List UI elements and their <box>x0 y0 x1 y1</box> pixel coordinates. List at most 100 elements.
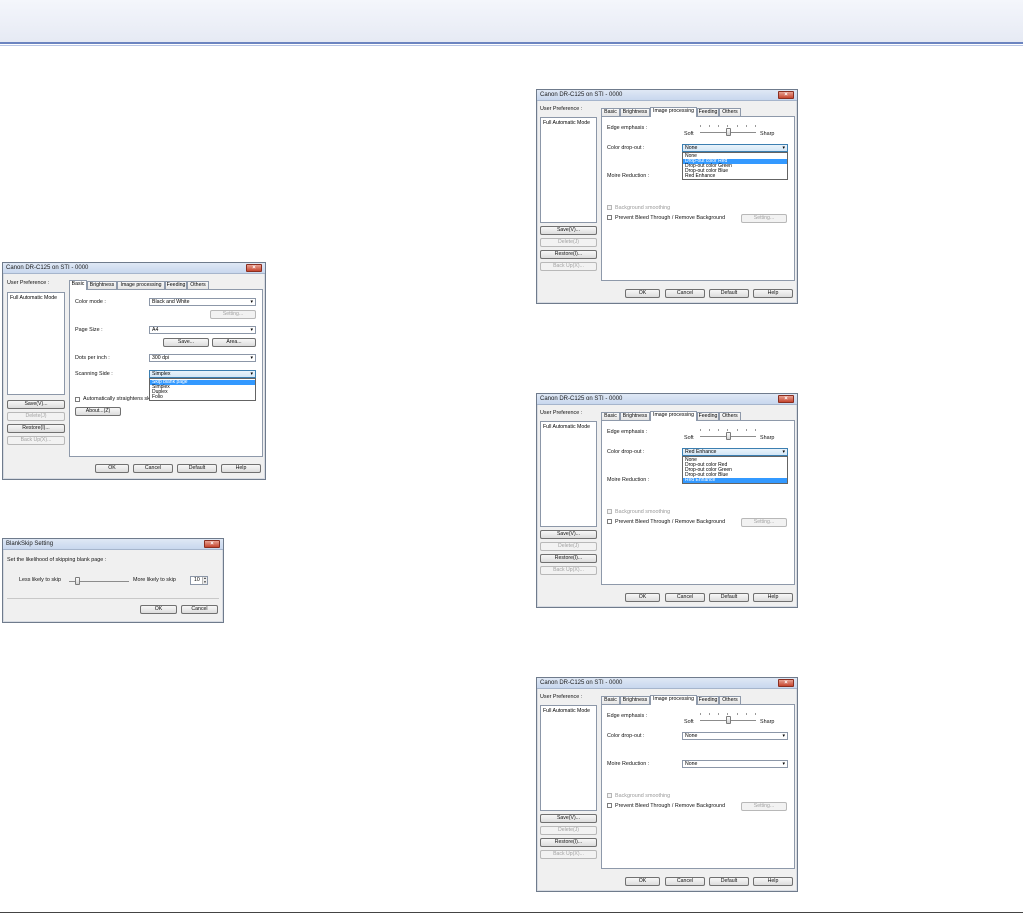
color-dropout-select[interactable]: Red Enhance ▾ <box>682 448 788 456</box>
preference-item[interactable]: Full Automatic Mode <box>543 424 590 430</box>
user-preference-list[interactable]: Full Automatic Mode <box>7 292 65 395</box>
ok-button[interactable]: OK <box>95 464 129 473</box>
page-size-select[interactable]: A4 ▾ <box>149 326 256 334</box>
delete-preference-button[interactable]: Delete(J) <box>7 412 65 421</box>
help-button[interactable]: Help <box>221 464 261 473</box>
color-mode-setting-button[interactable]: Setting... <box>210 310 256 319</box>
delete-preference-button[interactable]: Delete(J) <box>540 238 597 247</box>
tab-brightness[interactable]: Brightness <box>87 281 117 289</box>
background-smoothing-checkbox[interactable] <box>607 205 612 210</box>
blankskip-slider[interactable] <box>69 577 129 585</box>
user-preference-list[interactable]: Full Automatic Mode <box>540 117 597 223</box>
edge-emphasis-slider[interactable] <box>700 125 756 136</box>
backup-preference-button[interactable]: Back Up(X)... <box>540 850 597 859</box>
auto-straighten-checkbox[interactable] <box>75 397 80 402</box>
default-button[interactable]: Default <box>709 289 749 298</box>
tab-feeding[interactable]: Feeding <box>697 412 719 420</box>
moire-reduction-select[interactable]: None ▾ <box>682 760 788 768</box>
background-smoothing-checkbox[interactable] <box>607 793 612 798</box>
prevent-bleed-setting-button[interactable]: Setting... <box>741 518 787 527</box>
tab-feeding[interactable]: Feeding <box>697 696 719 704</box>
help-button[interactable]: Help <box>753 593 793 602</box>
preference-item[interactable]: Full Automatic Mode <box>543 708 590 714</box>
tab-image-processing[interactable]: Image processing <box>117 281 165 289</box>
tab-brightness[interactable]: Brightness <box>620 412 650 420</box>
tab-others[interactable]: Others <box>187 281 209 289</box>
edge-emphasis-slider[interactable] <box>700 429 756 440</box>
tab-others[interactable]: Others <box>719 696 741 704</box>
tab-others[interactable]: Others <box>719 412 741 420</box>
save-preference-button[interactable]: Save(V)... <box>540 530 597 539</box>
close-button[interactable]: × <box>778 679 794 687</box>
tab-feeding[interactable]: Feeding <box>165 281 187 289</box>
blankskip-value-spinner[interactable]: 10 ▲ ▼ <box>190 576 208 585</box>
cancel-button[interactable]: Cancel <box>665 877 705 886</box>
tab-basic[interactable]: Basic <box>601 696 620 704</box>
default-button[interactable]: Default <box>709 877 749 886</box>
user-preference-list[interactable]: Full Automatic Mode <box>540 421 597 527</box>
restore-preference-button[interactable]: Restore(I)... <box>540 250 597 259</box>
tab-image-processing[interactable]: Image processing <box>650 695 697 705</box>
color-dropout-select[interactable]: None ▾ <box>682 144 788 152</box>
save-preference-button[interactable]: Save(V)... <box>7 400 65 409</box>
ok-button[interactable]: OK <box>625 593 660 602</box>
restore-preference-button[interactable]: Restore(I)... <box>540 838 597 847</box>
prevent-bleed-checkbox[interactable] <box>607 803 612 808</box>
about-button[interactable]: About...(Z) <box>75 407 121 416</box>
cancel-button[interactable]: Cancel <box>133 464 173 473</box>
slider-thumb[interactable] <box>726 716 731 724</box>
save-preference-button[interactable]: Save(V)... <box>540 814 597 823</box>
delete-preference-button[interactable]: Delete(J) <box>540 826 597 835</box>
spinner-arrows-icon[interactable]: ▲ ▼ <box>202 576 207 584</box>
preference-item[interactable]: Full Automatic Mode <box>10 295 57 301</box>
tab-brightness[interactable]: Brightness <box>620 696 650 704</box>
edge-emphasis-slider[interactable] <box>700 713 756 724</box>
prevent-bleed-setting-button[interactable]: Setting... <box>741 802 787 811</box>
help-button[interactable]: Help <box>753 289 793 298</box>
prevent-bleed-checkbox[interactable] <box>607 519 612 524</box>
scanning-side-select[interactable]: Simplex ▾ <box>149 370 256 378</box>
restore-preference-button[interactable]: Restore(I)... <box>540 554 597 563</box>
ok-button[interactable]: OK <box>140 605 177 614</box>
slider-thumb[interactable] <box>726 432 731 440</box>
default-button[interactable]: Default <box>177 464 217 473</box>
cancel-button[interactable]: Cancel <box>665 289 705 298</box>
restore-preference-button[interactable]: Restore(I)... <box>7 424 65 433</box>
close-button[interactable]: × <box>778 395 794 403</box>
dropdown-option[interactable]: Red Enhance <box>683 478 787 483</box>
preference-item[interactable]: Full Automatic Mode <box>543 120 590 126</box>
dropdown-option[interactable]: Folio <box>150 395 255 400</box>
dpi-select[interactable]: 300 dpi ▾ <box>149 354 256 362</box>
slider-thumb[interactable] <box>75 577 80 585</box>
slider-thumb[interactable] <box>726 128 731 136</box>
tab-image-processing[interactable]: Image processing <box>650 107 697 117</box>
prevent-bleed-setting-button[interactable]: Setting... <box>741 214 787 223</box>
tab-basic[interactable]: Basic <box>69 280 87 290</box>
tab-basic[interactable]: Basic <box>601 412 620 420</box>
prevent-bleed-checkbox[interactable] <box>607 215 612 220</box>
tab-basic[interactable]: Basic <box>601 108 620 116</box>
ok-button[interactable]: OK <box>625 877 660 886</box>
dropdown-option[interactable]: Red Enhance <box>683 174 787 179</box>
help-button[interactable]: Help <box>753 877 793 886</box>
cancel-button[interactable]: Cancel <box>181 605 218 614</box>
save-preference-button[interactable]: Save(V)... <box>540 226 597 235</box>
close-button[interactable]: × <box>246 264 262 272</box>
user-preference-list[interactable]: Full Automatic Mode <box>540 705 597 811</box>
tab-brightness[interactable]: Brightness <box>620 108 650 116</box>
page-size-area-button[interactable]: Area... <box>212 338 256 347</box>
color-dropout-select[interactable]: None ▾ <box>682 732 788 740</box>
ok-button[interactable]: OK <box>625 289 660 298</box>
delete-preference-button[interactable]: Delete(J) <box>540 542 597 551</box>
close-button[interactable]: × <box>204 540 220 548</box>
tab-feeding[interactable]: Feeding <box>697 108 719 116</box>
tab-others[interactable]: Others <box>719 108 741 116</box>
close-button[interactable]: × <box>778 91 794 99</box>
backup-preference-button[interactable]: Back Up(X)... <box>540 566 597 575</box>
backup-preference-button[interactable]: Back Up(X)... <box>540 262 597 271</box>
backup-preference-button[interactable]: Back Up(X)... <box>7 436 65 445</box>
color-mode-select[interactable]: Black and White ▾ <box>149 298 256 306</box>
background-smoothing-checkbox[interactable] <box>607 509 612 514</box>
tab-image-processing[interactable]: Image processing <box>650 411 697 421</box>
default-button[interactable]: Default <box>709 593 749 602</box>
